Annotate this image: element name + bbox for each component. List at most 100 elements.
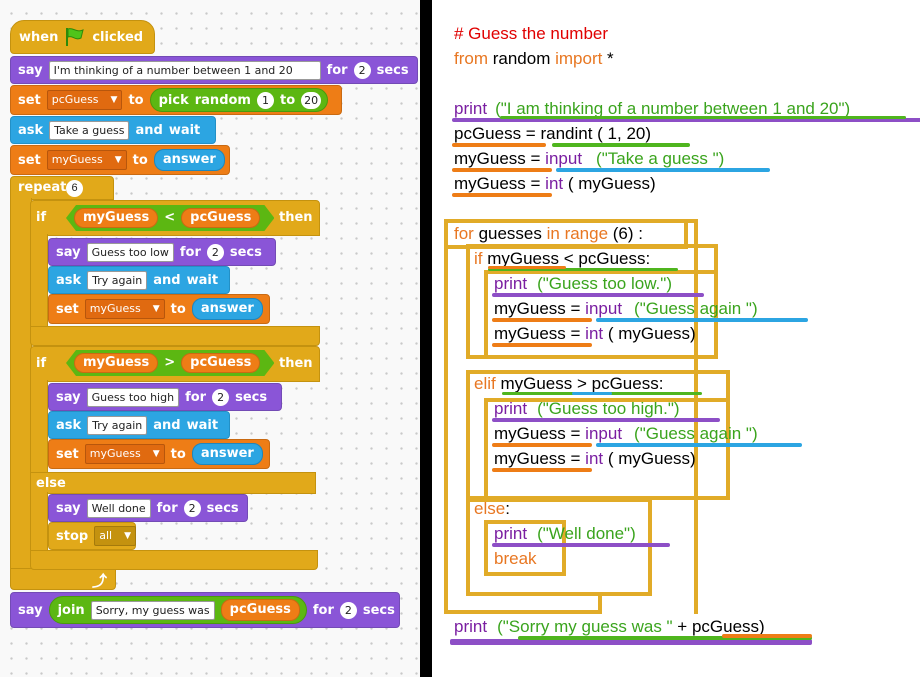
variable-name: myGuess (89, 302, 141, 315)
print-keyword: print (454, 99, 488, 118)
for-keyword: for (454, 224, 474, 243)
ask-try-again-block[interactable]: ask Try again and wait (48, 411, 230, 439)
module-name: random (488, 49, 556, 68)
secs-input[interactable]: 2 (183, 499, 201, 517)
loop-var: guesses (473, 224, 547, 243)
print-underline (492, 418, 720, 422)
stop-option-dropdown[interactable]: all ▼ (94, 526, 136, 546)
secs-input[interactable]: 2 (353, 61, 371, 79)
say-label: say (18, 602, 43, 618)
if-lt-block-bottom (30, 326, 320, 346)
secs-input[interactable]: 2 (339, 601, 357, 619)
for-label: for (179, 244, 201, 260)
set-myguess-block[interactable]: set myGuess ▼ to answer (10, 145, 230, 175)
greater-than-condition[interactable]: myGuess > pcGuess (66, 350, 274, 376)
say-too-low-block[interactable]: say Guess too low for 2 secs (48, 238, 276, 266)
input-line: myGuess = input ("Take a guess ") (454, 149, 724, 169)
when-flag-clicked-block[interactable]: when clicked (10, 20, 155, 54)
print-high-line: print ("Guess too high.") (494, 399, 680, 419)
randint-call: randint (540, 124, 593, 143)
pick-label: pick (158, 92, 189, 108)
myguess-reporter[interactable]: myGuess (74, 353, 158, 373)
pcguess-assign: pcGuess = (454, 124, 541, 143)
say-label: say (18, 62, 43, 78)
pcguess-reporter[interactable]: pcGuess (220, 599, 300, 621)
operator-label: < (164, 210, 176, 225)
pcguess-line: pcGuess = randint ( 1, 20) (454, 124, 651, 144)
chevron-down-icon: ▼ (124, 531, 131, 541)
operator-label: > (164, 355, 176, 370)
say-well-done-block[interactable]: say Well done for 2 secs (48, 494, 248, 522)
answer-reporter[interactable]: answer (191, 298, 263, 320)
pcguess-reporter[interactable]: pcGuess (181, 208, 260, 228)
ask-and-wait-block[interactable]: ask Take a guess and wait (10, 116, 216, 144)
set-myguess-block[interactable]: set myGuess ▼ to answer (48, 439, 270, 469)
say-text-input[interactable]: Guess too high (86, 387, 180, 407)
int-again-line: myGuess = int ( myGuess) (494, 449, 696, 469)
set-pcguess-block[interactable]: set pcGuess ▼ to pick random 1 to 20 (10, 85, 342, 115)
ask-text-input[interactable]: Take a guess (49, 120, 130, 140)
chevron-down-icon: ▼ (152, 304, 160, 314)
join-block[interactable]: join Sorry, my guess was pcGuess (48, 596, 307, 624)
input-call: input (585, 424, 623, 443)
join-text-input[interactable]: Sorry, my guess was (90, 600, 215, 620)
answer-reporter[interactable]: answer (153, 149, 225, 171)
less-than-condition[interactable]: myGuess < pcGuess (66, 205, 274, 231)
ask-text-input[interactable]: Try again (87, 270, 148, 290)
secs-input[interactable]: 2 (212, 388, 230, 406)
else-bar (30, 472, 316, 494)
say-for-secs-block[interactable]: say I'm thinking of a number between 1 a… (10, 56, 418, 84)
say-text-input[interactable]: Well done (86, 498, 151, 518)
stop-label: stop (56, 528, 89, 544)
input-again-line: myGuess = input ("Guess again ") (494, 424, 758, 444)
myguess-reporter[interactable]: myGuess (74, 208, 158, 228)
import-star: * (602, 49, 614, 68)
repeat-label: repeat (18, 180, 67, 195)
print-string: ("Guess too low.") (537, 274, 672, 293)
scratch-script-area: when clicked say I'm thinking of a numbe… (0, 0, 420, 677)
random-min-input[interactable]: 1 (256, 91, 274, 109)
random-max-input[interactable]: 20 (301, 91, 322, 109)
var-underline (488, 266, 566, 269)
say-text-input[interactable]: Guess too low (86, 242, 174, 262)
input-call: input (585, 299, 623, 318)
if-gt-block-arm (30, 380, 48, 472)
variable-name: pcGuess (51, 93, 99, 106)
say-label: say (56, 500, 81, 516)
wait-label: wait (186, 272, 219, 288)
for-label: for (312, 602, 334, 618)
ask-underline (596, 443, 802, 447)
stop-all-block[interactable]: stop all ▼ (48, 522, 136, 550)
myguess-assign: myGuess = (494, 324, 586, 343)
variable-dropdown[interactable]: myGuess ▼ (84, 444, 165, 464)
pick-random-block[interactable]: pick random 1 to 20 (149, 88, 329, 112)
set-myguess-block[interactable]: set myGuess ▼ to answer (48, 294, 270, 324)
chevron-down-icon: ▼ (114, 155, 122, 165)
variable-dropdown[interactable]: pcGuess ▼ (46, 90, 123, 110)
variable-dropdown[interactable]: myGuess ▼ (84, 299, 165, 319)
print-underline (492, 543, 670, 547)
answer-reporter[interactable]: answer (191, 443, 263, 465)
ask-text-input[interactable]: Try again (87, 415, 148, 435)
clicked-label: clicked (92, 29, 144, 45)
say-text-input[interactable]: I'm thinking of a number between 1 and 2… (48, 60, 321, 80)
then-label: then (279, 356, 313, 371)
comment-line: # Guess the number (454, 24, 609, 43)
set-label: set (18, 92, 41, 108)
repeat-count-input[interactable]: 6 (66, 180, 83, 197)
variable-dropdown[interactable]: myGuess ▼ (46, 150, 127, 170)
secs-input[interactable]: 2 (206, 243, 224, 261)
variable-name: myGuess (51, 153, 103, 166)
pcguess-reporter[interactable]: pcGuess (181, 353, 260, 373)
var-underline (722, 634, 812, 638)
ask-try-again-block[interactable]: ask Try again and wait (48, 266, 230, 294)
chevron-down-icon: ▼ (110, 95, 118, 105)
loop-arrow-icon: ⤴ (92, 573, 108, 590)
print-keyword: print (494, 274, 528, 293)
say-too-high-block[interactable]: say Guess too high for 2 secs (48, 383, 282, 411)
print-keyword: print (454, 617, 488, 636)
random-label: random (194, 92, 251, 108)
print-keyword: print (494, 399, 528, 418)
and-label: and (153, 272, 181, 288)
say-join-block[interactable]: say join Sorry, my guess was pcGuess for… (10, 592, 400, 628)
